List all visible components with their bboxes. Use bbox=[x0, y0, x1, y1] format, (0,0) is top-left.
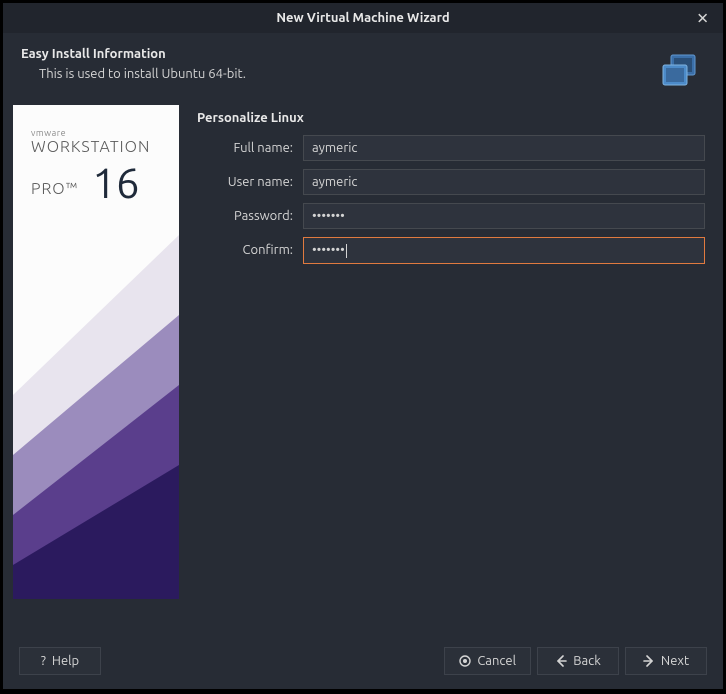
fullname-row: Full name: bbox=[197, 135, 705, 161]
wizard-dialog: New Virtual Machine Wizard ✕ Easy Instal… bbox=[2, 2, 724, 690]
confirm-row: Confirm: ••••••• bbox=[197, 237, 705, 264]
footer: ? Help Cancel Back Next bbox=[3, 635, 723, 689]
window-title: New Virtual Machine Wizard bbox=[276, 11, 449, 25]
sidebar-decoration bbox=[13, 105, 179, 599]
help-icon: ? bbox=[41, 654, 46, 668]
next-button[interactable]: Next bbox=[625, 647, 707, 675]
help-button[interactable]: ? Help bbox=[19, 647, 101, 675]
vm-icon bbox=[659, 51, 699, 91]
header-subtitle: This is used to install Ubuntu 64-bit. bbox=[21, 67, 659, 81]
arrow-right-icon bbox=[643, 655, 655, 667]
header-text: Easy Install Information This is used to… bbox=[21, 47, 659, 81]
cancel-icon bbox=[459, 655, 471, 667]
password-label: Password: bbox=[197, 209, 303, 223]
password-row: Password: ••••••• bbox=[197, 203, 705, 229]
footer-right: Cancel Back Next bbox=[444, 647, 707, 675]
help-label: Help bbox=[52, 654, 79, 668]
arrow-left-icon bbox=[555, 655, 567, 667]
back-label: Back bbox=[573, 654, 601, 668]
fullname-input[interactable] bbox=[303, 135, 705, 161]
next-label: Next bbox=[661, 654, 689, 668]
sidebar-brand-panel: vmware WORKSTATION PRO™ 16 bbox=[13, 105, 179, 599]
form-section-title: Personalize Linux bbox=[197, 111, 705, 125]
cancel-button[interactable]: Cancel bbox=[444, 647, 531, 675]
titlebar[interactable]: New Virtual Machine Wizard ✕ bbox=[3, 3, 723, 33]
username-input[interactable] bbox=[303, 169, 705, 195]
text-cursor bbox=[346, 244, 347, 258]
content-area: vmware WORKSTATION PRO™ 16 Personalize L… bbox=[3, 105, 723, 635]
password-input[interactable]: ••••••• bbox=[303, 203, 705, 229]
close-icon[interactable]: ✕ bbox=[690, 7, 715, 30]
confirm-input[interactable]: ••••••• bbox=[303, 237, 705, 264]
back-button[interactable]: Back bbox=[537, 647, 619, 675]
form-area: Personalize Linux Full name: User name: … bbox=[179, 105, 713, 635]
username-label: User name: bbox=[197, 175, 303, 189]
header-section: Easy Install Information This is used to… bbox=[3, 33, 723, 105]
header-title: Easy Install Information bbox=[21, 47, 659, 61]
fullname-label: Full name: bbox=[197, 141, 303, 155]
cancel-label: Cancel bbox=[477, 654, 516, 668]
confirm-label: Confirm: bbox=[197, 243, 303, 257]
username-row: User name: bbox=[197, 169, 705, 195]
